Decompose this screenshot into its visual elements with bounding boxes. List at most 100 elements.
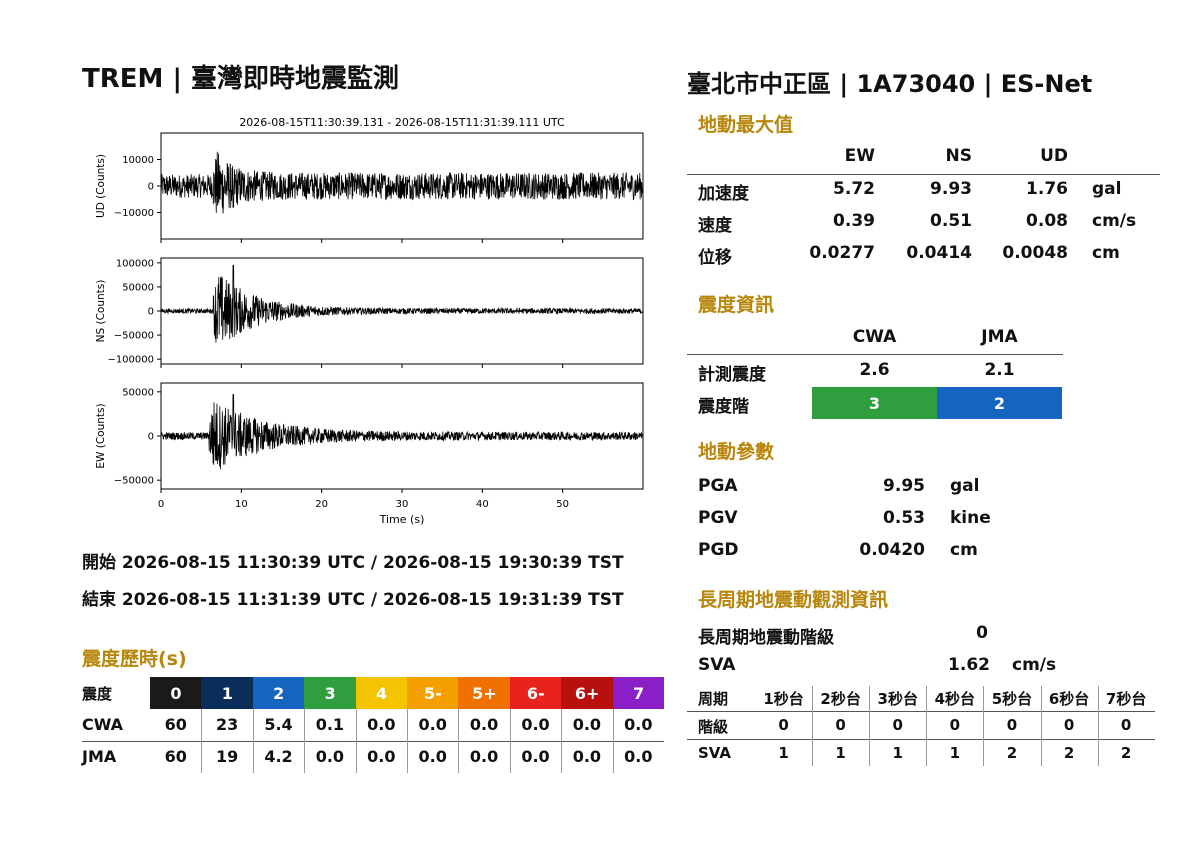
lp-value: 1 xyxy=(835,744,846,762)
motion-value: 9.93 xyxy=(930,179,972,199)
lp-value: 1 xyxy=(892,744,903,762)
divider xyxy=(687,174,1160,175)
duration-value: 0.0 xyxy=(418,715,447,734)
divider xyxy=(687,739,1155,740)
intensity-swatch: 6+ xyxy=(561,677,614,709)
duration-value: 0.0 xyxy=(367,747,396,766)
end-time: 結束 2026-08-15 11:31:39 UTC / 2026-08-15 … xyxy=(82,590,624,610)
motion-value: 0.51 xyxy=(930,211,972,231)
column-divider xyxy=(561,709,563,773)
duration-value: 0.0 xyxy=(469,715,499,734)
column-header: CWA xyxy=(852,327,897,347)
intensity-heading: 震度資訊 xyxy=(698,294,775,316)
motion-value: 0.0048 xyxy=(1002,243,1068,263)
lp-row-label: 階級 xyxy=(698,718,729,736)
y-tick-label: 0 xyxy=(148,432,154,443)
intensity-swatch: 0 xyxy=(150,677,202,709)
column-divider xyxy=(355,709,357,773)
column-header: NS xyxy=(945,146,972,166)
column-divider xyxy=(509,709,511,773)
duration-value: 0.0 xyxy=(418,747,447,766)
intensity-swatch: 2 xyxy=(252,677,305,709)
waveform-ud xyxy=(160,151,644,214)
period-header: 1秒台 xyxy=(763,690,804,708)
param-unit: gal xyxy=(950,476,980,496)
lp-sva-unit: cm/s xyxy=(1012,655,1057,675)
lp-sva-value: 1.62 xyxy=(948,655,990,675)
column-divider xyxy=(458,709,460,773)
column-divider xyxy=(1040,686,1042,766)
column-divider xyxy=(869,686,871,766)
x-tick-label: 30 xyxy=(396,499,409,510)
param-value: 0.0420 xyxy=(859,540,925,560)
period-header: 6秒台 xyxy=(1048,690,1090,708)
lp-value: 0 xyxy=(1063,716,1075,734)
x-tick-label: 20 xyxy=(315,499,328,510)
column-header: EW xyxy=(844,146,875,166)
motion-value: 5.72 xyxy=(833,179,875,199)
lp-value: 0 xyxy=(892,716,903,734)
duration-agency: JMA xyxy=(82,747,117,766)
motion-value: 0.39 xyxy=(833,211,875,231)
lp-value: 2 xyxy=(1006,744,1018,762)
param-label: PGV xyxy=(698,508,738,528)
param-label: PGD xyxy=(698,540,739,560)
divider xyxy=(82,741,664,742)
motion-value: 0.0277 xyxy=(809,243,875,263)
duration-heading: 震度歷時(s) xyxy=(82,648,187,670)
y-tick-label: 0 xyxy=(148,307,154,318)
duration-value: 4.2 xyxy=(264,747,293,766)
duration-value: 0.0 xyxy=(572,715,602,734)
y-tick-label: −50000 xyxy=(114,331,154,342)
level-label: 震度階 xyxy=(698,397,749,417)
intensity-swatch: 7 xyxy=(612,677,665,709)
lp-value: 0 xyxy=(949,716,961,734)
intensity-swatch: 4 xyxy=(355,677,408,709)
column-header: UD xyxy=(1040,146,1068,166)
column-header: JMA xyxy=(981,327,1018,347)
motion-value: 1.76 xyxy=(1026,179,1068,199)
duration-value: 0.0 xyxy=(315,747,345,766)
y-axis-label: EW (Counts) xyxy=(95,403,107,468)
x-tick-label: 40 xyxy=(476,499,489,510)
intensity-level-badge: 2 xyxy=(937,387,1062,419)
y-tick-label: −10000 xyxy=(114,208,154,219)
x-axis-label: Time (s) xyxy=(379,513,425,526)
y-tick-label: 10000 xyxy=(122,155,154,166)
intensity-level-badge: 3 xyxy=(812,387,937,419)
divider xyxy=(687,354,1063,355)
lp-value: 2 xyxy=(1120,744,1132,762)
measured-intensity: 2.6 xyxy=(859,360,890,380)
lp-value: 0 xyxy=(778,716,789,734)
max-motion-heading: 地動最大值 xyxy=(698,114,794,136)
duration-value: 5.4 xyxy=(264,715,293,734)
x-tick-label: 50 xyxy=(556,499,569,510)
x-tick-label: 0 xyxy=(158,499,164,510)
chart-title: 2026-08-15T11:30:39.131 - 2026-08-15T11:… xyxy=(239,116,565,129)
column-divider xyxy=(1097,686,1099,766)
intensity-swatch: 3 xyxy=(304,677,357,709)
duration-value: 60 xyxy=(164,715,187,734)
y-tick-label: 0 xyxy=(148,182,154,193)
intensity-swatch: 1 xyxy=(201,677,254,709)
lp-row-label: SVA xyxy=(698,744,732,762)
column-divider xyxy=(926,686,928,766)
column-divider xyxy=(612,709,614,773)
y-axis-label: UD (Counts) xyxy=(95,154,107,218)
duration-value: 0.0 xyxy=(469,747,499,766)
duration-value: 0.1 xyxy=(315,715,345,734)
lp-value: 2 xyxy=(1063,744,1075,762)
y-tick-label: −50000 xyxy=(114,476,154,487)
duration-value: 23 xyxy=(215,715,239,734)
measured-label: 計測震度 xyxy=(698,365,766,385)
duration-value: 60 xyxy=(164,747,187,766)
measured-intensity: 2.1 xyxy=(984,360,1015,380)
waveform-ns xyxy=(160,264,644,343)
lp-value: 1 xyxy=(778,744,789,762)
lp-value: 1 xyxy=(949,744,961,762)
param-value: 0.53 xyxy=(883,508,925,528)
param-value: 9.95 xyxy=(883,476,925,496)
param-unit: cm xyxy=(950,540,978,560)
row-label: 位移 xyxy=(698,248,732,268)
param-label: PGA xyxy=(698,476,738,496)
